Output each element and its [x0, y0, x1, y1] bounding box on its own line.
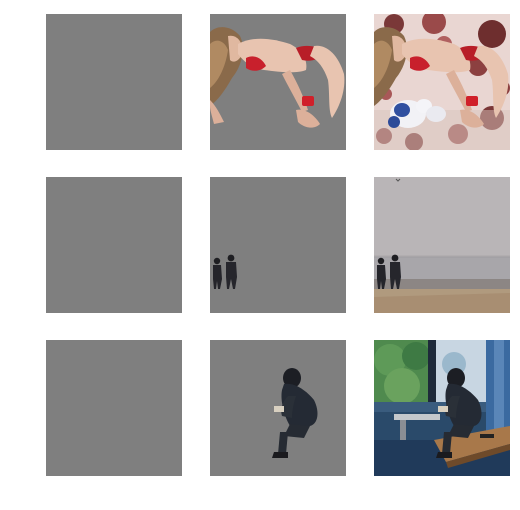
- row-2-blank-tile: [46, 177, 182, 313]
- photo-scene-icon: [374, 340, 510, 476]
- row-1-blank-tile: [46, 14, 182, 150]
- segmented-figure-icon: [210, 14, 346, 150]
- row-3-photo: [374, 340, 510, 476]
- row-3-segmentation-mask: [210, 340, 346, 476]
- segmented-figures-icon: [210, 177, 346, 313]
- row-1-photo: [374, 14, 510, 150]
- photo-scene-icon: [374, 14, 510, 150]
- row-2-photo: [374, 177, 510, 313]
- row-2-segmentation-mask: [210, 177, 346, 313]
- image-grid: [0, 0, 520, 510]
- segmented-figure-icon: [210, 340, 346, 476]
- row-1-segmentation-mask: [210, 14, 346, 150]
- photo-scene-icon: [374, 177, 510, 313]
- row-3-blank-tile: [46, 340, 182, 476]
